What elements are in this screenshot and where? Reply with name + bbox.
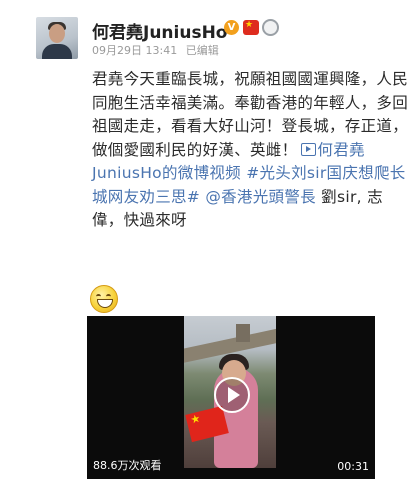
video-duration: 00:31 bbox=[337, 460, 369, 473]
avatar-face bbox=[49, 24, 65, 43]
post-timestamp: 09月29日 13:41 bbox=[92, 44, 178, 57]
video-view-count: 88.6万次观看 bbox=[93, 459, 162, 472]
laughing-emoji-icon bbox=[90, 285, 118, 313]
avatar-suit bbox=[42, 44, 72, 59]
medal-badge-icon bbox=[262, 19, 279, 36]
post-meta: 09月29日 13:41 已编辑 bbox=[92, 42, 224, 58]
author-name[interactable]: 何君堯JuniusHo bbox=[92, 18, 228, 43]
verified-badge-icon: V bbox=[224, 20, 239, 35]
post-body: 君堯今天重臨長城，祝願祖國國運興隆，人民同胞生活幸福美滿。奉勸香港的年輕人，多回… bbox=[92, 68, 410, 233]
mention-link[interactable]: @香港光頭警長 bbox=[205, 188, 316, 206]
china-flag-badge-icon: ★ bbox=[243, 20, 259, 35]
edited-label[interactable]: 已编辑 bbox=[186, 44, 219, 57]
author-avatar[interactable] bbox=[36, 17, 78, 59]
play-button-icon[interactable] bbox=[214, 377, 250, 413]
video-link-icon[interactable] bbox=[301, 142, 317, 156]
video-player[interactable]: ★ 88.6万次观看 00:31 bbox=[87, 316, 375, 479]
